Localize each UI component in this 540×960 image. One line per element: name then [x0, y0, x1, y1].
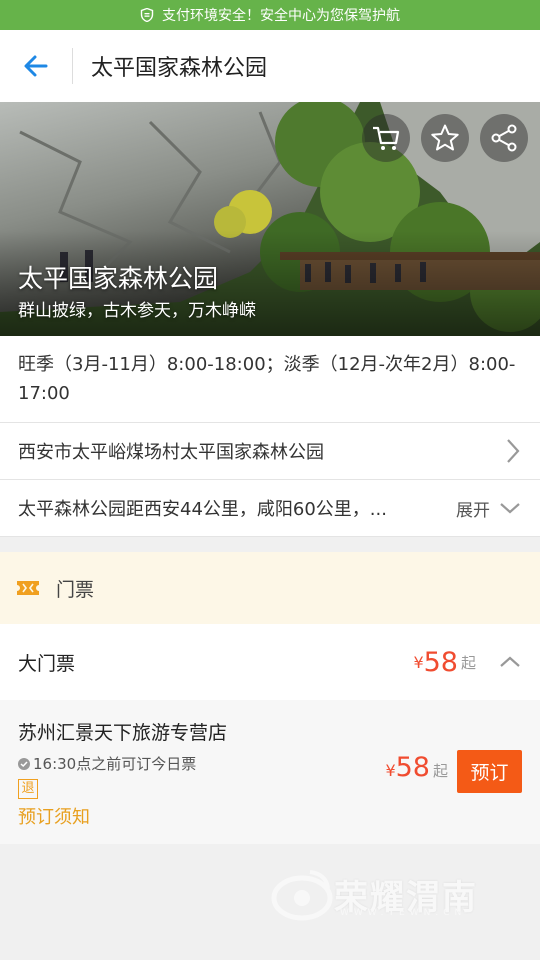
booking-cutoff: 16:30点之前可订今日票	[18, 753, 196, 774]
chevron-right-icon	[507, 439, 520, 463]
shield-icon	[140, 8, 154, 22]
booking-cutoff-text: 16:30点之前可订今日票	[33, 755, 197, 773]
opening-hours: 旺季（3月-11月）8:00-18:00；淡季（12月-次年2月）8:00-17…	[0, 336, 540, 423]
star-icon	[431, 124, 459, 151]
top-nav: 太平国家森林公园	[0, 30, 540, 102]
favorite-button[interactable]	[421, 114, 469, 162]
description-text: 太平森林公园距西安44公里，咸阳60公里，...	[18, 499, 387, 520]
hero-title: 太平国家森林公园	[18, 264, 219, 293]
nav-divider	[72, 48, 73, 84]
description-row[interactable]: 太平森林公园距西安44公里，咸阳60公里，... 展开	[0, 480, 540, 537]
cart-icon	[373, 126, 400, 150]
share-icon	[491, 124, 517, 152]
ticket-currency: ¥	[413, 652, 424, 672]
hero-subtitle: 群山披绿，古木参天，万木峥嵘	[18, 301, 256, 321]
hero-banner[interactable]: 太平国家森林公园 群山披绿，古木参天，万木峥嵘	[0, 102, 540, 336]
address-text: 西安市太平峪煤场村太平国家森林公园	[18, 442, 324, 463]
watermark: 荣耀渭南 WWW.YEWN.CN	[270, 866, 478, 922]
check-circle-icon	[18, 757, 30, 770]
ticket-row[interactable]: 大门票 ¥ 58 起	[0, 624, 540, 700]
share-button[interactable]	[480, 114, 528, 162]
arrow-left-icon	[24, 55, 48, 77]
security-banner: 支付环境安全！安全中心为您保驾护航	[0, 0, 540, 30]
chevron-up-icon[interactable]	[498, 654, 522, 670]
vendor-price-value: 58	[395, 752, 430, 783]
vendor-row[interactable]: 苏州汇景天下旅游专营店 16:30点之前可订今日票 退 预订须知 ¥ 58 起 …	[0, 700, 540, 844]
watermark-logo-icon	[271, 870, 333, 921]
vendor-name: 苏州汇景天下旅游专营店	[18, 722, 228, 744]
back-button[interactable]	[0, 30, 72, 102]
info-section: 旺季（3月-11月）8:00-18:00；淡季（12月-次年2月）8:00-17…	[0, 336, 540, 537]
ticket-price: 58	[423, 646, 458, 678]
booking-notice-link[interactable]: 预订须知	[18, 803, 90, 829]
vendor-currency: ¥	[385, 761, 396, 780]
refund-badge: 退	[18, 779, 38, 799]
book-button[interactable]: 预订	[457, 750, 522, 793]
expand-label[interactable]: 展开	[456, 496, 490, 521]
vendor-price-suffix: 起	[432, 762, 448, 780]
address-row[interactable]: 西安市太平峪煤场村太平国家森林公园	[0, 423, 540, 480]
ticket-icon	[17, 581, 39, 595]
ticket-section-label: 门票	[56, 578, 95, 601]
page-title: 太平国家森林公园	[91, 56, 268, 81]
ticket-section-header: 门票	[0, 552, 540, 624]
ticket-name: 大门票	[18, 652, 76, 675]
chevron-down-icon	[500, 503, 520, 514]
ticket-price-suffix: 起	[460, 653, 476, 672]
security-banner-text: 支付环境安全！安全中心为您保驾护航	[162, 8, 400, 24]
cart-button[interactable]	[362, 114, 410, 162]
vendor-price: ¥ 58 起	[385, 752, 448, 783]
watermark-url: WWW.YEWN.CN	[340, 908, 467, 918]
